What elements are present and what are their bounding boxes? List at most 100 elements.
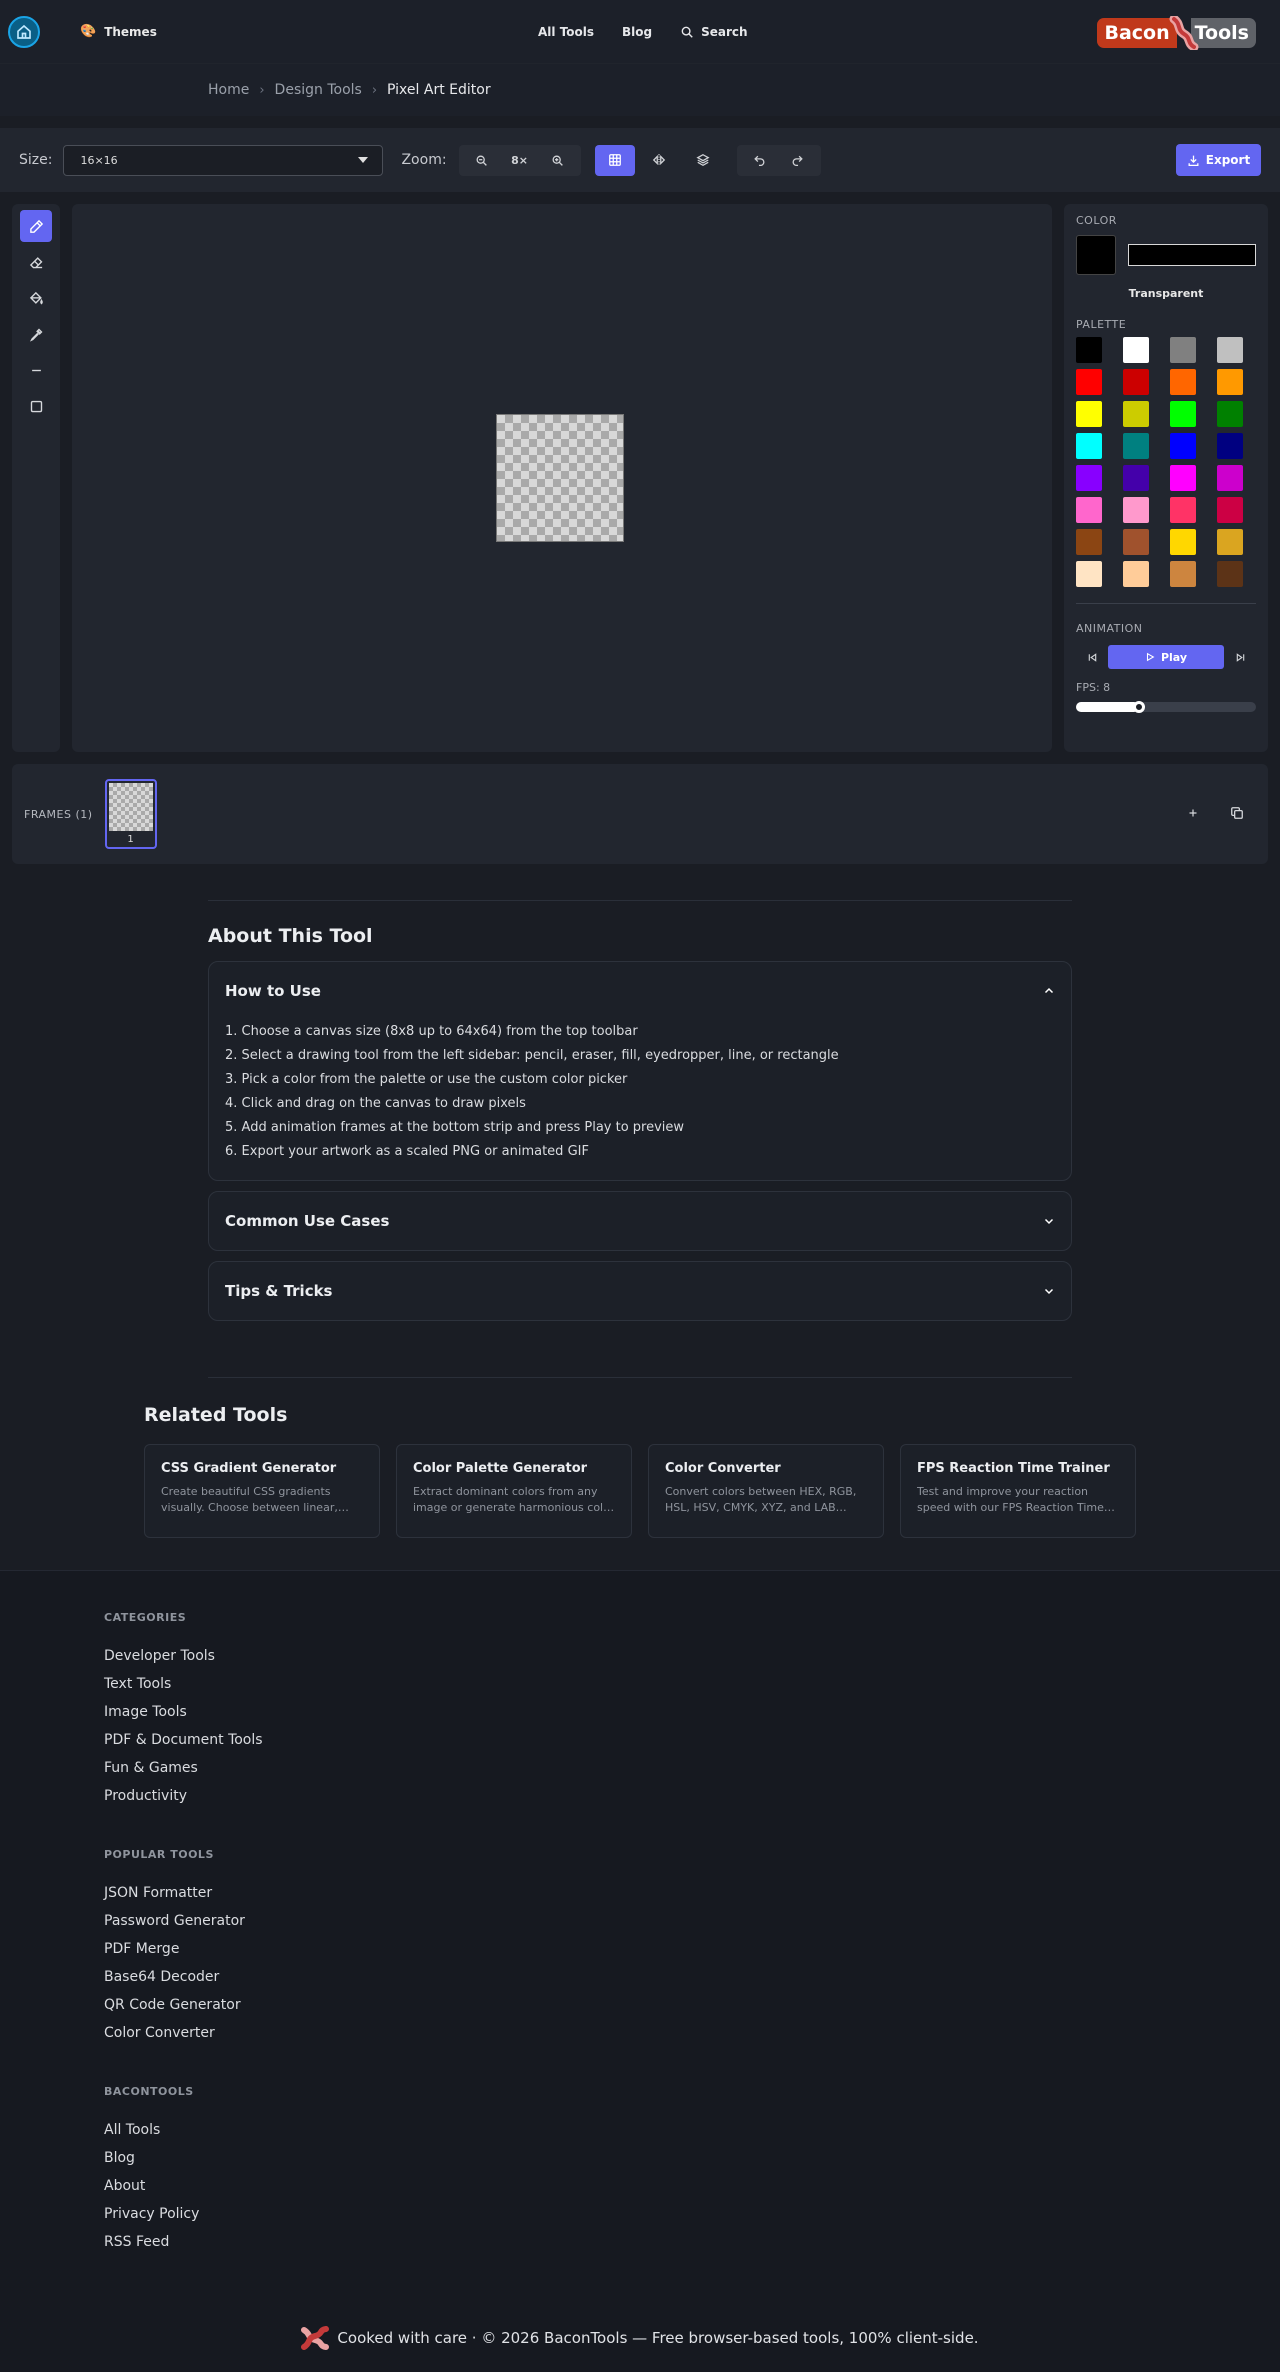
related-card[interactable]: Color Palette Generator Extract dominant… bbox=[396, 1444, 632, 1538]
undo-button[interactable] bbox=[741, 145, 779, 176]
palette-swatch[interactable] bbox=[1123, 401, 1149, 427]
bacontools-logo[interactable]: Bacon Tools bbox=[1097, 16, 1256, 50]
footer-link[interactable]: PDF Merge bbox=[104, 1935, 1280, 1963]
palette-swatch[interactable] bbox=[1170, 529, 1196, 555]
search-button[interactable]: Search bbox=[680, 25, 748, 39]
breadcrumb-category[interactable]: Design Tools bbox=[275, 82, 362, 98]
accordion-header-use-cases[interactable]: Common Use Cases bbox=[209, 1192, 1071, 1250]
footer-link[interactable]: Developer Tools bbox=[104, 1642, 1280, 1670]
palette-swatch[interactable] bbox=[1123, 561, 1149, 587]
palette-swatch[interactable] bbox=[1170, 369, 1196, 395]
palette-grid bbox=[1076, 337, 1256, 587]
export-button[interactable]: Export bbox=[1176, 144, 1261, 176]
nav-all-tools[interactable]: All Tools bbox=[538, 25, 594, 39]
footer-link[interactable]: Color Converter bbox=[104, 2019, 1280, 2047]
onion-skin-button[interactable] bbox=[683, 145, 723, 176]
size-select-value: 16×16 bbox=[80, 153, 118, 167]
previous-frame-button[interactable] bbox=[1076, 645, 1108, 669]
mirror-toggle-button[interactable] bbox=[639, 145, 679, 176]
how-to-use-step: 2. Select a drawing tool from the left s… bbox=[225, 1048, 839, 1063]
footer-link[interactable]: JSON Formatter bbox=[104, 1879, 1280, 1907]
line-tool-button[interactable] bbox=[20, 354, 52, 386]
how-to-use-step: 6. Export your artwork as a scaled PNG o… bbox=[225, 1144, 589, 1159]
how-to-use-steps: 1. Choose a canvas size (8x8 up to 64x64… bbox=[209, 1020, 1071, 1180]
pencil-tool-button[interactable] bbox=[20, 210, 52, 242]
grid-toggle-button[interactable] bbox=[594, 144, 635, 176]
palette-swatch[interactable] bbox=[1123, 529, 1149, 555]
fps-slider-handle[interactable] bbox=[1133, 701, 1145, 713]
next-frame-button[interactable] bbox=[1224, 645, 1256, 669]
footer-link[interactable]: Fun & Games bbox=[104, 1754, 1280, 1782]
frames-strip: FRAMES (1) 1 bbox=[12, 764, 1268, 864]
footer-link[interactable]: Productivity bbox=[104, 1782, 1280, 1810]
palette-swatch[interactable] bbox=[1217, 433, 1243, 459]
palette-swatch[interactable] bbox=[1076, 561, 1102, 587]
footer-link[interactable]: Privacy Policy bbox=[104, 2200, 1280, 2228]
add-frame-button[interactable] bbox=[1182, 802, 1204, 824]
palette-swatch[interactable] bbox=[1170, 401, 1196, 427]
related-card[interactable]: CSS Gradient Generator Create beautiful … bbox=[144, 1444, 380, 1538]
palette-swatch[interactable] bbox=[1076, 465, 1102, 491]
redo-button[interactable] bbox=[779, 145, 817, 176]
redo-icon bbox=[792, 155, 803, 166]
palette-swatch[interactable] bbox=[1123, 433, 1149, 459]
accordion-header-how-to-use[interactable]: How to Use bbox=[209, 962, 1071, 1020]
footer-link-list: Developer Tools Text Tools Image Tools PDF … bbox=[104, 1642, 1280, 1810]
size-select[interactable]: 16×16 bbox=[63, 144, 384, 176]
frame-thumbnail[interactable]: 1 bbox=[104, 779, 157, 849]
palette-swatch[interactable] bbox=[1217, 401, 1243, 427]
palette-swatch[interactable] bbox=[1170, 433, 1196, 459]
nav-blog[interactable]: Blog bbox=[622, 25, 652, 39]
rectangle-tool-button[interactable] bbox=[20, 390, 52, 422]
play-button[interactable]: Play bbox=[1108, 645, 1224, 669]
palette-swatch[interactable] bbox=[1217, 465, 1243, 491]
footer-link[interactable]: RSS Feed bbox=[104, 2228, 1280, 2256]
eraser-tool-button[interactable] bbox=[20, 246, 52, 278]
accordion-header-tips[interactable]: Tips & Tricks bbox=[209, 1262, 1071, 1320]
footer-link[interactable]: All Tools bbox=[104, 2116, 1280, 2144]
palette-swatch[interactable] bbox=[1123, 337, 1149, 363]
footer-link[interactable]: Text Tools bbox=[104, 1670, 1280, 1698]
fps-slider[interactable] bbox=[1076, 701, 1256, 713]
zoom-in-button[interactable] bbox=[539, 145, 577, 176]
footer-link[interactable]: QR Code Generator bbox=[104, 1991, 1280, 2019]
color-hex-input[interactable] bbox=[1127, 244, 1256, 266]
palette-swatch[interactable] bbox=[1217, 369, 1243, 395]
palette-swatch[interactable] bbox=[1076, 497, 1102, 523]
current-color-swatch[interactable] bbox=[1076, 235, 1116, 275]
palette-swatch[interactable] bbox=[1217, 529, 1243, 555]
footer-link[interactable]: Blog bbox=[104, 2144, 1280, 2172]
fill-tool-button[interactable] bbox=[20, 282, 52, 314]
related-card[interactable]: FPS Reaction Time Trainer Test and impro… bbox=[900, 1444, 1136, 1538]
plus-icon bbox=[1189, 809, 1197, 817]
footer-link[interactable]: Image Tools bbox=[104, 1698, 1280, 1726]
palette-swatch[interactable] bbox=[1076, 433, 1102, 459]
palette-swatch[interactable] bbox=[1170, 465, 1196, 491]
pixel-canvas[interactable] bbox=[496, 414, 624, 542]
transparent-button[interactable]: Transparent bbox=[1076, 287, 1256, 300]
footer-link[interactable]: Base64 Decoder bbox=[104, 1963, 1280, 1991]
palette-swatch[interactable] bbox=[1217, 337, 1243, 363]
palette-swatch[interactable] bbox=[1123, 497, 1149, 523]
related-card[interactable]: Color Converter Convert colors between H… bbox=[648, 1444, 884, 1538]
themes-button[interactable]: 🎨 Themes bbox=[80, 24, 157, 39]
eyedropper-tool-button[interactable] bbox=[20, 318, 52, 350]
palette-swatch[interactable] bbox=[1076, 401, 1102, 427]
home-button[interactable] bbox=[8, 15, 40, 48]
palette-swatch[interactable] bbox=[1217, 497, 1243, 523]
footer-link[interactable]: Password Generator bbox=[104, 1907, 1280, 1935]
palette-swatch[interactable] bbox=[1123, 465, 1149, 491]
zoom-out-button[interactable] bbox=[463, 145, 501, 176]
footer-link[interactable]: About bbox=[104, 2172, 1280, 2200]
palette-swatch[interactable] bbox=[1170, 497, 1196, 523]
palette-swatch[interactable] bbox=[1170, 561, 1196, 587]
breadcrumb-home[interactable]: Home bbox=[208, 82, 249, 98]
duplicate-frame-button[interactable] bbox=[1226, 802, 1248, 824]
palette-swatch[interactable] bbox=[1076, 337, 1102, 363]
palette-swatch[interactable] bbox=[1123, 369, 1149, 395]
palette-swatch[interactable] bbox=[1076, 529, 1102, 555]
palette-swatch[interactable] bbox=[1170, 337, 1196, 363]
palette-swatch[interactable] bbox=[1076, 369, 1102, 395]
footer-link[interactable]: PDF & Document Tools bbox=[104, 1726, 1280, 1754]
palette-swatch[interactable] bbox=[1217, 561, 1243, 587]
